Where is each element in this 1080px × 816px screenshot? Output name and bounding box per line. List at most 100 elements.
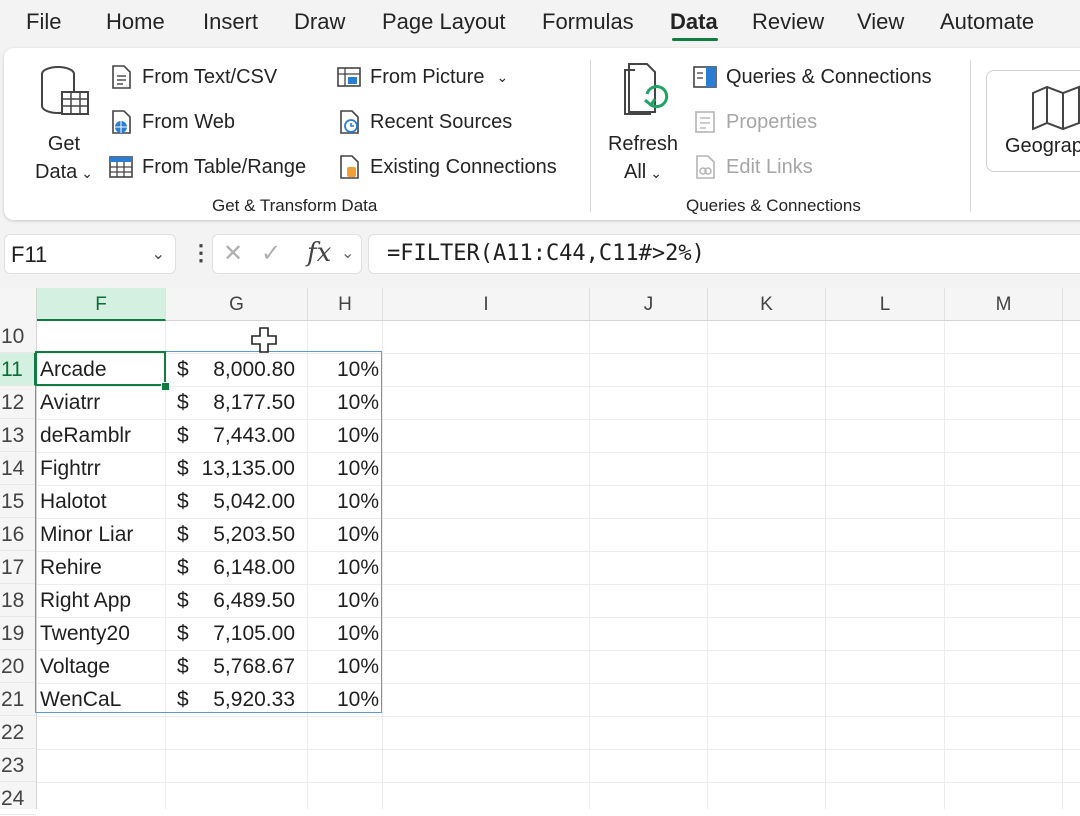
from-table-range-button[interactable]: From Table/Range <box>108 154 306 180</box>
get-data-button[interactable]: Get Data ⌄ <box>30 62 98 187</box>
queries-connections-button[interactable]: Queries & Connections <box>692 64 932 90</box>
gridline <box>1062 321 1063 809</box>
cell-area[interactable]: Arcade $ 8,000.80 10% Aviatrr $ 8,177.50… <box>37 321 1080 809</box>
cell-amount[interactable]: 7,105.00 <box>187 617 295 650</box>
recent-sources-button[interactable]: Recent Sources <box>336 109 512 135</box>
cell-percent[interactable]: 10% <box>307 353 379 386</box>
cell-name[interactable]: Voltage <box>40 650 110 683</box>
row-header[interactable]: 16 <box>0 518 36 551</box>
cell-name[interactable]: Aviatrr <box>40 386 100 419</box>
cell-percent[interactable]: 10% <box>307 650 379 683</box>
row-header[interactable]: 24 <box>0 782 36 815</box>
cell-name[interactable]: Fightrr <box>40 452 101 485</box>
cell-percent[interactable]: 10% <box>307 617 379 650</box>
database-icon <box>41 66 89 115</box>
cell-percent[interactable]: 10% <box>307 452 379 485</box>
fill-handle[interactable] <box>161 382 170 391</box>
cell-amount[interactable]: 6,489.50 <box>187 584 295 617</box>
name-box[interactable]: F11 ⌄ <box>4 234 176 274</box>
cell-amount[interactable]: 5,768.67 <box>187 650 295 683</box>
tab-home[interactable]: Home <box>106 8 165 36</box>
row-header[interactable]: 17 <box>0 551 36 584</box>
queries-connections-label: Queries & Connections <box>726 66 932 88</box>
cell-name[interactable]: Rehire <box>40 551 102 584</box>
cell-name[interactable]: Halotot <box>40 485 107 518</box>
select-all-corner[interactable] <box>0 288 37 320</box>
existing-connections-button[interactable]: Existing Connections <box>336 154 557 180</box>
tab-file[interactable]: File <box>26 8 61 36</box>
chevron-down-icon: ⌄ <box>650 165 662 181</box>
cell-amount[interactable]: 8,000.80 <box>187 353 295 386</box>
row-header[interactable]: 13 <box>0 419 36 452</box>
more-options-icon[interactable]: ⋮ <box>190 240 212 266</box>
cell-name[interactable]: Right App <box>40 584 131 617</box>
tab-view[interactable]: View <box>857 8 904 36</box>
refresh-all-button[interactable]: Refresh All ⌄ <box>604 60 682 187</box>
cell-percent[interactable]: 10% <box>307 584 379 617</box>
column-header-h[interactable]: H <box>308 288 383 320</box>
cell-amount[interactable]: 8,177.50 <box>187 386 295 419</box>
row-header-selected[interactable]: 11 <box>0 353 36 386</box>
tab-formulas[interactable]: Formulas <box>542 8 634 36</box>
row-header[interactable]: 12 <box>0 386 36 419</box>
row-header[interactable]: 19 <box>0 617 36 650</box>
cell-amount[interactable]: 7,443.00 <box>187 419 295 452</box>
tab-draw[interactable]: Draw <box>294 8 345 36</box>
cell-percent[interactable]: 10% <box>307 683 379 716</box>
cell-select-cursor-icon <box>251 327 277 353</box>
column-header-l[interactable]: L <box>826 288 945 320</box>
cell-amount[interactable]: 6,148.00 <box>187 551 295 584</box>
web-page-icon <box>112 110 131 134</box>
row-header[interactable]: 14 <box>0 452 36 485</box>
column-header-i[interactable]: I <box>383 288 590 320</box>
properties-button[interactable]: Properties <box>692 109 817 135</box>
enter-check-icon[interactable]: ✓ <box>261 239 281 268</box>
cell-percent[interactable]: 10% <box>307 551 379 584</box>
gridline <box>589 321 590 809</box>
cell-name[interactable]: Twenty20 <box>40 617 130 650</box>
cell-name[interactable]: WenCaL <box>40 683 121 716</box>
tab-insert[interactable]: Insert <box>203 8 258 36</box>
cell-name[interactable]: deRamblr <box>40 419 131 452</box>
geography-button[interactable]: Geograp <box>986 70 1080 172</box>
cell-amount[interactable]: 5,920.33 <box>187 683 295 716</box>
tab-automate[interactable]: Automate <box>940 8 1034 36</box>
formula-input[interactable]: =FILTER(A11:C44,C11#>2%) <box>368 234 1080 274</box>
column-header-k[interactable]: K <box>708 288 826 320</box>
recent-sources-label: Recent Sources <box>370 111 513 133</box>
cell-name[interactable]: Minor Liar <box>40 518 133 551</box>
cell-percent[interactable]: 10% <box>307 419 379 452</box>
tab-page-layout[interactable]: Page Layout <box>382 8 506 36</box>
chevron-down-icon[interactable]: ⌄ <box>152 235 165 275</box>
from-text-csv-button[interactable]: From Text/CSV <box>108 64 277 90</box>
column-header-j[interactable]: J <box>590 288 708 320</box>
chevron-down-icon[interactable]: ⌄ <box>341 243 354 263</box>
chevron-down-icon: ⌄ <box>496 69 509 85</box>
cancel-icon[interactable]: ✕ <box>223 239 243 268</box>
from-table-range-label: From Table/Range <box>142 156 307 178</box>
column-header-g[interactable]: G <box>166 288 308 320</box>
cell-percent[interactable]: 10% <box>307 485 379 518</box>
column-header-m[interactable]: M <box>945 288 1063 320</box>
cell-percent[interactable]: 10% <box>307 386 379 419</box>
cell-amount[interactable]: 5,203.50 <box>187 518 295 551</box>
cell-amount[interactable]: 5,042.00 <box>187 485 295 518</box>
gridline <box>382 321 383 809</box>
row-header[interactable]: 18 <box>0 584 36 617</box>
from-web-button[interactable]: From Web <box>108 109 235 135</box>
cell-amount[interactable]: 13,135.00 <box>187 452 295 485</box>
cell-percent[interactable]: 10% <box>307 518 379 551</box>
gridline <box>165 321 166 809</box>
from-picture-button[interactable]: From Picture ⌄ <box>336 64 508 90</box>
tab-data[interactable]: Data <box>670 8 718 36</box>
column-header-f[interactable]: F <box>37 288 166 321</box>
edit-links-button[interactable]: Edit Links <box>692 154 813 180</box>
row-header[interactable]: 21 <box>0 683 36 716</box>
tab-review[interactable]: Review <box>752 8 824 36</box>
row-header[interactable]: 15 <box>0 485 36 518</box>
row-header[interactable]: 20 <box>0 650 36 683</box>
row-header[interactable]: 10 <box>0 320 36 353</box>
row-header[interactable]: 22 <box>0 716 36 749</box>
row-header[interactable]: 23 <box>0 749 36 782</box>
insert-function-button[interactable]: fx <box>307 238 331 268</box>
